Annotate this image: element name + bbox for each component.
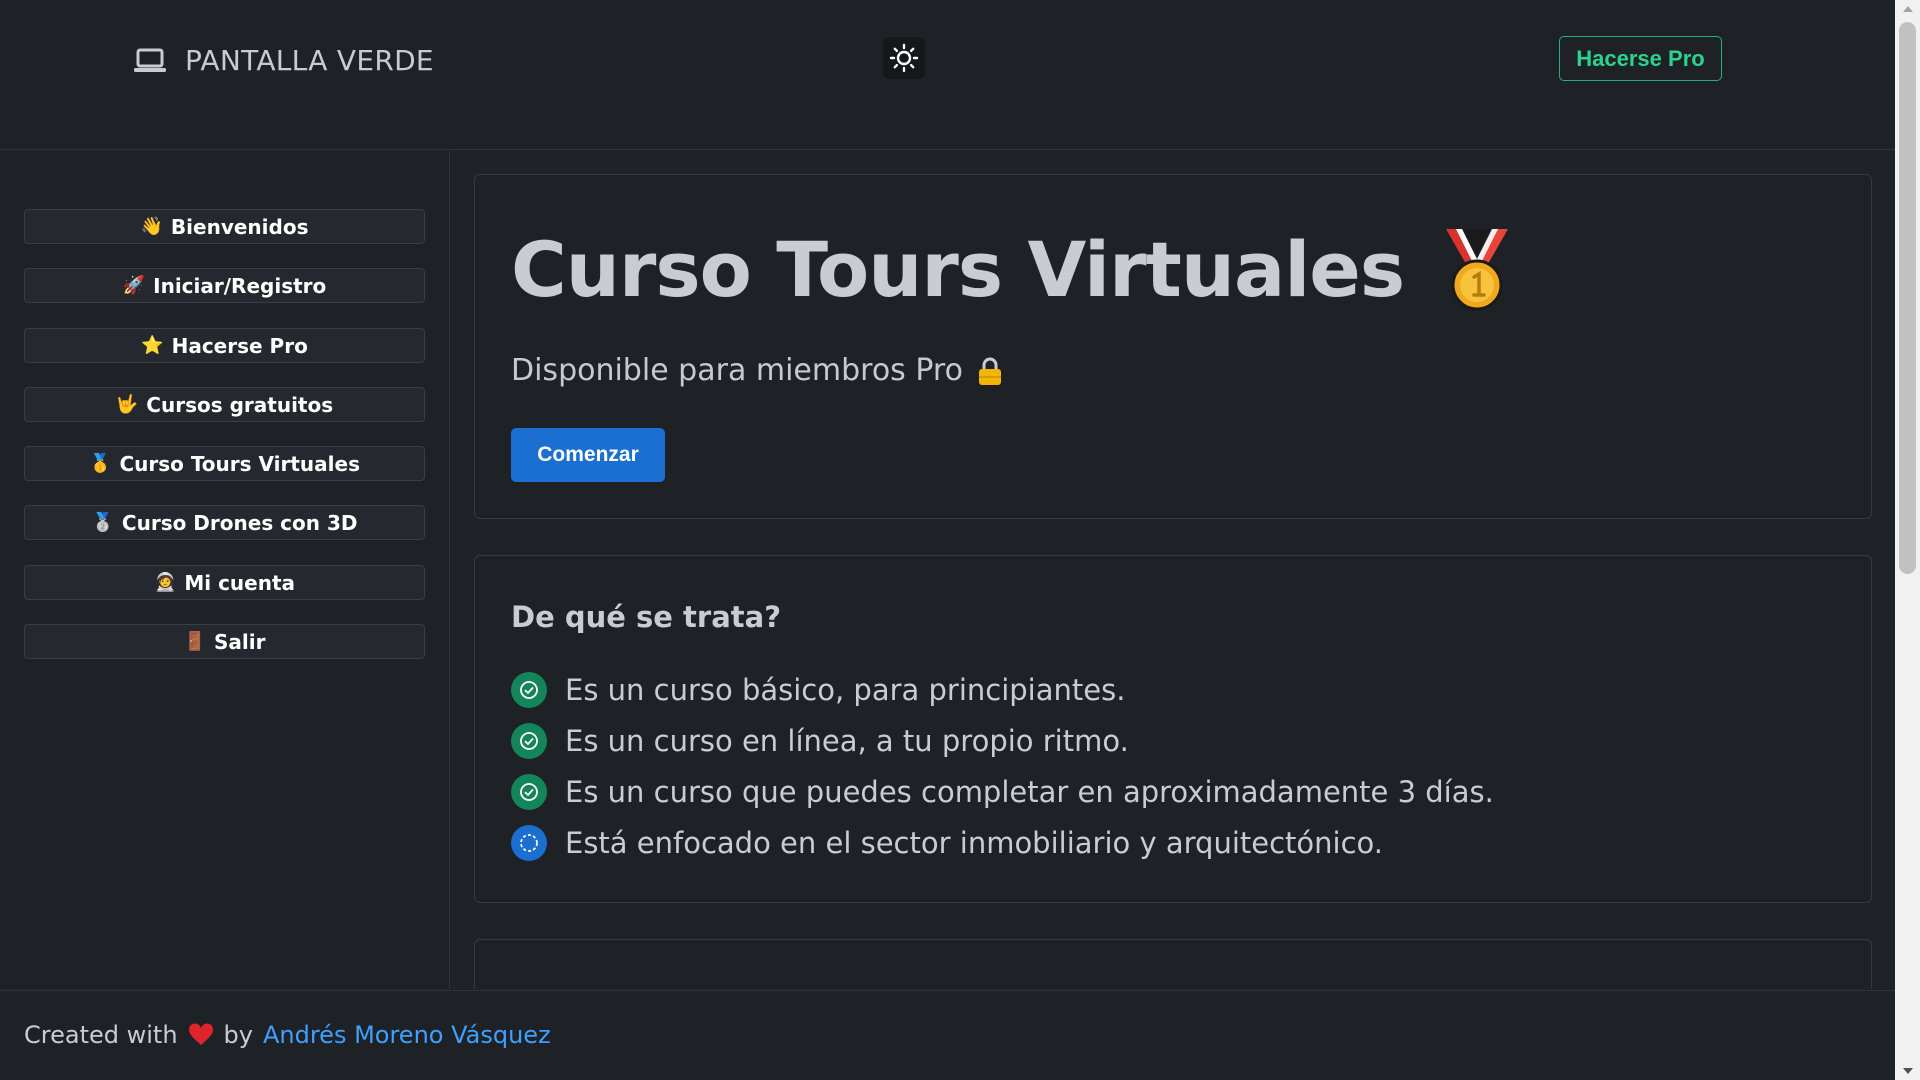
- hero-subtitle: Disponible para miembros Pro: [511, 353, 1003, 388]
- header-pro-button[interactable]: Hacerse Pro: [1559, 36, 1722, 81]
- rocket-icon: 🚀: [122, 275, 146, 296]
- sun-icon: [889, 43, 919, 73]
- sidebar: 👋 Bienvenidos 🚀 Iniciar/Registro ⭐ Hacer…: [0, 151, 450, 989]
- gold-medal-icon: 🥇: [89, 453, 112, 474]
- star-icon: ⭐: [141, 335, 164, 356]
- sidebar-item-cursos-gratuitos[interactable]: 🤟 Cursos gratuitos: [24, 387, 425, 422]
- hero-subtitle-text: Disponible para miembros Pro: [511, 353, 963, 388]
- sidebar-item-label: Curso Tours Virtuales: [119, 451, 360, 476]
- feature-text: Es un curso básico, para principiantes.: [565, 673, 1126, 707]
- author-link[interactable]: Andrés Moreno Vásquez: [263, 1021, 551, 1049]
- rock-hand-icon: 🤟: [115, 394, 139, 415]
- sidebar-item-iniciar-registro[interactable]: 🚀 Iniciar/Registro: [24, 268, 425, 303]
- feature-text: Es un curso que puedes completar en apro…: [565, 775, 1494, 809]
- feature-text: Es un curso en línea, a tu propio ritmo.: [565, 724, 1129, 758]
- sidebar-item-bienvenidos[interactable]: 👋 Bienvenidos: [24, 209, 425, 244]
- check-circle-icon: [511, 774, 547, 810]
- page-title-text: Curso Tours Virtuales: [511, 225, 1405, 314]
- sidebar-item-label: Mi cuenta: [184, 570, 296, 595]
- feature-item: Es un curso básico, para principiantes.: [511, 672, 1125, 708]
- check-circle-icon: [511, 723, 547, 759]
- feature-item: Es un curso que puedes completar en apro…: [511, 774, 1494, 810]
- sidebar-item-mi-cuenta[interactable]: 🧑‍🚀 Mi cuenta: [24, 565, 425, 600]
- sidebar-item-label: Curso Drones con 3D: [121, 510, 358, 535]
- scrollbar[interactable]: [1895, 0, 1920, 1080]
- scroll-up-arrow-icon[interactable]: [1903, 6, 1913, 12]
- sidebar-item-label: Bienvenidos: [170, 214, 309, 239]
- feature-item: Es un curso en línea, a tu propio ritmo.: [511, 723, 1129, 759]
- sidebar-item-salir[interactable]: 🚪 Salir: [24, 624, 425, 659]
- footer-credit: Created with by Andrés Moreno Vásquez: [24, 1021, 551, 1049]
- page-title: Curso Tours Virtuales: [511, 225, 1520, 314]
- next-section-card: [474, 939, 1872, 989]
- hero-card: Curso Tours Virtuales Disponible para mi…: [474, 174, 1872, 519]
- laptop-icon: [134, 48, 166, 72]
- theme-toggle-button[interactable]: [883, 37, 925, 79]
- sidebar-item-label: Iniciar/Registro: [153, 273, 327, 298]
- about-card: De qué se trata? Es un curso básico, par…: [474, 555, 1872, 903]
- lock-icon: [978, 357, 1001, 385]
- door-icon: 🚪: [183, 631, 206, 652]
- start-button[interactable]: Comenzar: [511, 428, 665, 482]
- check-circle-icon: [511, 672, 547, 708]
- sidebar-item-hacerse-pro[interactable]: ⭐ Hacerse Pro: [24, 328, 425, 363]
- sidebar-item-label: Salir: [213, 629, 266, 654]
- sidebar-item-label: Hacerse Pro: [171, 333, 308, 358]
- waving-hand-icon: 👋: [140, 216, 163, 237]
- main-content: Curso Tours Virtuales Disponible para mi…: [451, 151, 1895, 989]
- feature-text: Está enfocado en el sector inmobiliario …: [565, 826, 1383, 860]
- sidebar-item-curso-drones[interactable]: 🥈 Curso Drones con 3D: [24, 505, 425, 540]
- sidebar-item-curso-tours-virtuales[interactable]: 🥇 Curso Tours Virtuales: [24, 446, 425, 481]
- dashed-circle-icon: [511, 825, 547, 861]
- silver-medal-icon: 🥈: [91, 512, 114, 533]
- brand-name: PANTALLA VERDE: [185, 44, 434, 77]
- section-title: De qué se trata?: [511, 600, 782, 634]
- gold-medal-icon: [1446, 228, 1509, 310]
- top-header: PANTALLA VERDE Hacerse Pro: [0, 0, 1895, 150]
- footer-prefix: Created with: [24, 1021, 178, 1049]
- heart-icon: [188, 1023, 213, 1045]
- brand-logo[interactable]: PANTALLA VERDE: [133, 44, 434, 77]
- feature-item: Está enfocado en el sector inmobiliario …: [511, 825, 1383, 861]
- scroll-down-arrow-icon[interactable]: [1903, 1068, 1913, 1074]
- scrollbar-thumb[interactable]: [1899, 22, 1916, 574]
- astronaut-icon: 🧑‍🚀: [153, 572, 177, 593]
- footer-by: by: [223, 1021, 253, 1049]
- sidebar-item-label: Cursos gratuitos: [146, 392, 334, 417]
- footer: Created with by Andrés Moreno Vásquez: [0, 990, 1895, 1080]
